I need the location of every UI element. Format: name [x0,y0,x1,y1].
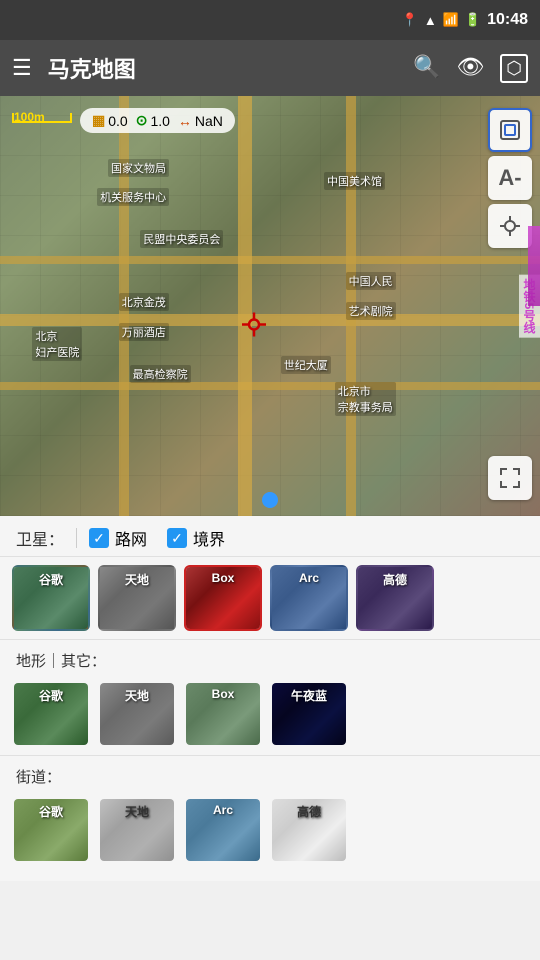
terrain-tile-grid: 谷歌 天地 Box 午夜蓝 [0,673,540,755]
street-section-title: 街道： [0,755,540,789]
road-checkbox-icon: ✓ [89,528,109,548]
eye-button[interactable]: 👁 [456,54,484,83]
map-label-jinmao: 北京金茂 [119,293,169,311]
satellite-tiandi-label: 天地 [125,571,149,588]
terrain-tile-night[interactable]: 午夜蓝 [270,681,348,747]
status-bar: 📍 ▲ 📶 🔋 10:48 [0,0,540,40]
street-tile-tiandi[interactable]: 天地 [98,797,176,863]
map-label-jiguan: 机关服务中心 [97,188,169,206]
section-divider [76,528,77,548]
terrain-tile-tiandi[interactable]: 天地 [98,681,176,747]
menu-icon[interactable]: ☰ [12,55,32,81]
satellite-tile-grid: 谷歌 天地 Box Arc 高德 [0,557,540,639]
map-toolbar: A- [488,108,532,248]
satellite-box-label: Box [212,571,235,585]
terrain-tile-google[interactable]: 谷歌 [12,681,90,747]
subway-line-indicator [528,226,540,306]
satellite-tile-box[interactable]: Box [184,565,262,631]
font-size-button[interactable]: A- [488,156,532,200]
satellite-gaode-label: 高德 [383,571,407,588]
satellite-tile-arc[interactable]: Arc [270,565,348,631]
location-icon: 📍 [402,12,418,28]
map-label-minmeng: 民盟中央委员会 [140,230,223,248]
map-label-meishuguan: 中国美术馆 [324,172,385,190]
street-tile-arc[interactable]: Arc [184,797,262,863]
map-label-fuchanyiyuan: 北京妇产医院 [32,327,82,361]
satellite-google-label: 谷歌 [39,571,63,588]
satellite-tile-gaode[interactable]: 高德 [356,565,434,631]
meas-value-2: 1.0 [150,113,169,129]
map-label-yijuyuan: 艺术剧院 [346,302,396,320]
scale-bar: 100m [12,112,72,130]
map-label-shijidasha: 世纪大厦 [281,356,331,374]
status-time: 10:48 [487,11,528,29]
street-google-label: 谷歌 [39,803,63,820]
map-label-jianchayuan: 最高检察院 [130,365,191,383]
layer-button[interactable] [488,108,532,152]
map-area[interactable]: 100m ▦ 0.0 ⊙ 1.0 ↔ NaN 国家文物局 机关服务中心 民盟中央… [0,96,540,516]
search-button[interactable]: 🔍 [413,54,440,83]
terrain-tile-box[interactable]: Box [184,681,262,747]
share-button[interactable]: ⬡ [500,54,528,83]
top-bar: ☰ 马克地图 🔍 👁 ⬡ [0,40,540,96]
map-label-guojia: 国家文物局 [108,159,169,177]
bottom-panel: 卫星： ✓ 路网 ✓ 境界 谷歌 天地 Box Arc 高德 [0,516,540,881]
satellite-tile-tiandi[interactable]: 天地 [98,565,176,631]
satellite-section-header: 卫星： ✓ 路网 ✓ 境界 [0,516,540,557]
street-tile-google[interactable]: 谷歌 [12,797,90,863]
map-label-wanlijiudian: 万丽酒店 [119,323,169,341]
terrain-night-label: 午夜蓝 [291,687,327,704]
meas-value-3: NaN [195,113,223,129]
street-tiandi-label: 天地 [125,803,149,820]
satellite-section-title: 卫星： [16,526,64,550]
street-arc-label: Arc [213,803,233,817]
measurement-bar: ▦ 0.0 ⊙ 1.0 ↔ NaN [80,108,235,133]
app-title: 马克地图 [48,52,413,84]
wifi-icon: ▲ [424,13,437,28]
boundary-checkbox[interactable]: ✓ 境界 [167,526,225,550]
meas-value-1: 0.0 [108,113,127,129]
satellite-arc-label: Arc [299,571,319,585]
terrain-tiandi-label: 天地 [125,687,149,704]
satellite-tile-google[interactable]: 谷歌 [12,565,90,631]
map-crosshair [240,311,268,344]
map-indicator [262,492,278,508]
signal-icon: 📶 [443,12,459,28]
meas-icon-3: ↔ [178,113,192,129]
battery-icon: 🔋 [465,12,481,28]
expand-button[interactable] [488,456,532,500]
road-network-label: 路网 [115,526,147,550]
boundary-checkbox-icon: ✓ [167,528,187,548]
terrain-google-label: 谷歌 [39,687,63,704]
terrain-box-label: Box [212,687,235,701]
street-tile-gaode[interactable]: 高德 [270,797,348,863]
street-tile-grid: 谷歌 天地 Arc 高德 [0,789,540,871]
boundary-label: 境界 [193,526,225,550]
crosshair-button[interactable] [488,204,532,248]
road-network-checkbox[interactable]: ✓ 路网 [89,526,147,550]
scale-text: 100m [14,110,45,124]
map-label-renmin: 中国人民 [346,272,396,290]
meas-icon-2: ⊙ [136,112,148,129]
terrain-section-title: 地形｜其它： [0,639,540,673]
meas-icon-1: ▦ [92,112,105,129]
street-gaode-label: 高德 [297,803,321,820]
map-label-zongjiao: 北京市宗教事务局 [335,382,396,416]
